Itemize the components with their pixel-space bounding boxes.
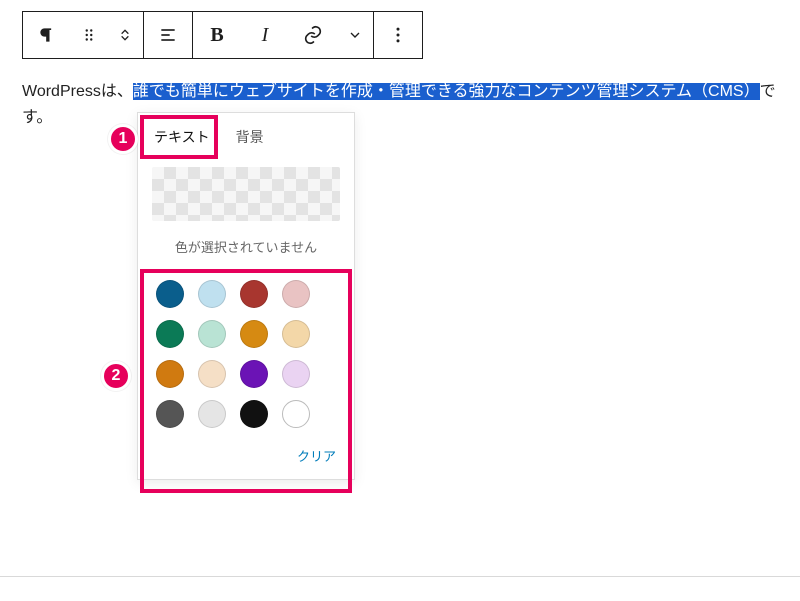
color-preview-wrap [138,157,354,225]
clear-row: クリア [138,442,354,479]
toolbar-group-options [373,12,422,58]
annotation-badge-2: 2 [101,361,131,391]
drag-handle-icon [80,26,98,44]
block-toolbar: B I [22,11,423,59]
toolbar-group-format: B I [192,12,373,58]
color-popover: テキスト 背景 色が選択されていません クリア [137,112,355,480]
more-vertical-icon [388,25,408,45]
color-swatch-12[interactable] [156,400,184,428]
pilcrow-icon [37,25,57,45]
color-swatch-0[interactable] [156,280,184,308]
chevrons-vertical-icon [117,25,133,45]
chevron-down-icon [347,27,363,43]
color-swatch-14[interactable] [240,400,268,428]
color-swatch-7[interactable] [282,320,310,348]
drag-handle-button[interactable] [71,12,107,58]
align-button[interactable] [144,12,192,58]
clear-color-link[interactable]: クリア [297,449,336,464]
color-swatch-grid [138,274,354,442]
color-swatch-4[interactable] [156,320,184,348]
link-button[interactable] [289,12,337,58]
footer-divider [0,576,800,577]
color-swatch-9[interactable] [198,360,226,388]
color-swatch-13[interactable] [198,400,226,428]
more-richtext-button[interactable] [337,12,373,58]
color-swatch-1[interactable] [198,280,226,308]
annotation-badge-1: 1 [108,124,138,154]
color-swatch-8[interactable] [156,360,184,388]
tab-text-color[interactable]: テキスト [152,121,212,157]
align-left-icon [158,25,178,45]
toolbar-group-block [23,12,143,58]
bold-button[interactable]: B [193,12,241,58]
text-before-selection: WordPressは、 [22,83,133,100]
color-swatch-2[interactable] [240,280,268,308]
color-swatch-5[interactable] [198,320,226,348]
color-swatch-11[interactable] [282,360,310,388]
color-swatch-3[interactable] [282,280,310,308]
move-updown-button[interactable] [107,12,143,58]
block-type-button[interactable] [23,12,71,58]
color-swatch-10[interactable] [240,360,268,388]
tab-background-color[interactable]: 背景 [234,121,266,157]
block-options-button[interactable] [374,12,422,58]
custom-color-swatch[interactable] [282,400,310,428]
color-preview-checkerboard [152,167,340,221]
color-swatch-6[interactable] [240,320,268,348]
italic-button[interactable]: I [241,12,289,58]
no-color-message: 色が選択されていません [138,225,354,274]
selected-text: 誰でも簡単にウェブサイトを作成・管理できる強力なコンテンツ管理システム（CMS） [133,83,760,100]
toolbar-group-align [143,12,192,58]
color-tabs: テキスト 背景 [138,113,354,157]
link-icon [302,24,324,46]
paragraph-block[interactable]: WordPressは、誰でも簡単にウェブサイトを作成・管理できる強力なコンテンツ… [22,79,778,130]
